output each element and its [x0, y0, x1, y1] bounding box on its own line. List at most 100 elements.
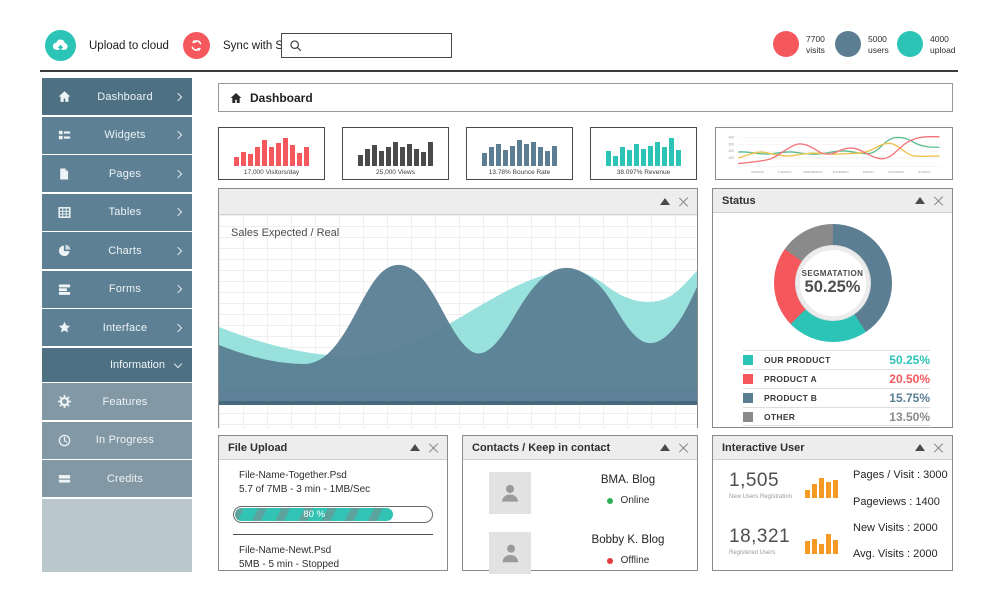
- file-upload-title: File Upload: [228, 442, 287, 454]
- breadcrumb: Dashboard: [218, 83, 953, 112]
- table-icon: [53, 205, 75, 220]
- close-icon[interactable]: [679, 197, 688, 206]
- collapse-icon[interactable]: [915, 197, 925, 204]
- svg-text:WEDNESDAY: WEDNESDAY: [803, 170, 823, 174]
- registered-users-metric: 18,321 Registered Users: [729, 526, 790, 556]
- cloud-upload-icon: [45, 30, 76, 61]
- interactive-user-title: Interactive User: [722, 442, 805, 454]
- upload-indicator-icon: [897, 31, 923, 57]
- bounce-rate-mini-card[interactable]: 13.78% Bounce Rate: [466, 127, 573, 180]
- visits-stat: 7700 visits: [773, 31, 825, 57]
- legend-row: OTHER 13.50%: [743, 407, 930, 426]
- svg-text:FRIDAY: FRIDAY: [863, 170, 874, 174]
- svg-text:300: 300: [728, 142, 734, 146]
- users-value: 5000: [868, 34, 887, 44]
- close-icon[interactable]: [934, 443, 943, 452]
- sidebar-item-pages[interactable]: Pages: [42, 155, 192, 192]
- sidebar-item-charts[interactable]: Charts: [42, 232, 192, 269]
- visitors-bar-chart: [229, 134, 314, 166]
- contact-status: Online: [621, 495, 650, 506]
- sync-icon: [183, 32, 210, 59]
- upload-unit: upload: [930, 45, 956, 55]
- avatar: [489, 532, 531, 574]
- upload-stat: 4000 upload: [897, 31, 956, 57]
- contact-row[interactable]: Bobby K. Blog Offline: [463, 514, 697, 574]
- contacts-title: Contacts / Keep in contact: [472, 442, 610, 454]
- search-input[interactable]: [306, 40, 448, 52]
- contact-row[interactable]: BMA. Blog Online: [463, 460, 697, 514]
- breadcrumb-dashboard-link[interactable]: Dashboard: [250, 91, 313, 105]
- upload-value: 4000: [930, 34, 949, 44]
- sidebar-item-dashboard[interactable]: Dashboard: [42, 78, 192, 115]
- new-users-value: 1,505: [729, 470, 792, 492]
- segmentation-donut-chart: SEGMATATION 50.25%: [774, 224, 892, 342]
- close-icon[interactable]: [934, 196, 943, 205]
- registered-users-label: Registered Users: [729, 550, 790, 556]
- sidebar-item-interface[interactable]: Interface: [42, 309, 192, 346]
- svg-text:TUESDAY: TUESDAY: [778, 170, 792, 174]
- interactive-user-panel: Interactive User 1,505 New Users Registr…: [712, 435, 953, 571]
- new-users-metric: 1,505 New Users Registration: [729, 470, 792, 500]
- legend-row: PRODUCT A 20.50%: [743, 369, 930, 388]
- registered-users-value: 18,321: [729, 526, 790, 548]
- weekly-trend-line-chart: 400 300 200 100 MONDAY TUESDAY WEDNESDAY…: [716, 128, 952, 179]
- sidebar-item-forms[interactable]: Forms: [42, 271, 192, 308]
- offline-status-dot: [607, 558, 613, 564]
- views-mini-card[interactable]: 25,000 Views: [342, 127, 449, 180]
- file2-meta: 5MB - 5 min - Stopped: [239, 558, 433, 572]
- upload-progress-fill: 80 %: [235, 508, 393, 521]
- revenue-mini-card[interactable]: 38.097% Revenue: [590, 127, 697, 180]
- sales-chart-title: Sales Expected / Real: [231, 227, 339, 239]
- svg-text:THURSDAY: THURSDAY: [832, 170, 849, 174]
- avg-visits-stat: Avg. Visits : 2000: [853, 548, 938, 560]
- sales-area-chart: [219, 215, 697, 427]
- close-icon[interactable]: [679, 443, 688, 452]
- pageviews-stat: Pageviews : 1400: [853, 496, 940, 508]
- file1-name: File-Name-Together.Psd: [239, 469, 433, 483]
- collapse-icon[interactable]: [660, 444, 670, 451]
- sales-panel-header: [219, 189, 697, 215]
- chevron-right-icon: [174, 169, 182, 177]
- collapse-icon[interactable]: [915, 444, 925, 451]
- contact-status: Offline: [621, 555, 650, 566]
- sidebar-item-credits[interactable]: Credits: [42, 460, 192, 497]
- legend-swatch: [743, 412, 753, 422]
- upload-to-cloud-button[interactable]: Upload to cloud: [45, 30, 169, 61]
- contact-name: BMA. Blog: [585, 474, 671, 486]
- views-label: 25,000 Views: [353, 169, 438, 176]
- home-icon: [53, 89, 75, 104]
- sidebar-item-in-progress[interactable]: In Progress: [42, 422, 192, 459]
- chevron-right-icon: [174, 285, 182, 293]
- collapse-icon[interactable]: [410, 444, 420, 451]
- sidebar-item-widgets[interactable]: Widgets: [42, 117, 192, 154]
- svg-text:SUNDAY: SUNDAY: [918, 170, 931, 174]
- visits-value: 7700: [806, 34, 825, 44]
- file2-name: File-Name-Newt.Psd: [239, 544, 433, 558]
- upload-progress-bar: 80 %: [233, 506, 433, 523]
- users-indicator-icon: [835, 31, 861, 57]
- collapse-icon[interactable]: [660, 198, 670, 205]
- widgets-icon: [53, 128, 75, 143]
- contact-name: Bobby K. Blog: [585, 534, 671, 546]
- upload-to-cloud-label: Upload to cloud: [89, 40, 169, 52]
- file1-meta: 5.7 of 7MB - 3 min - 1MB/Sec: [239, 483, 433, 497]
- sidebar: Dashboard Widgets Pages Tables: [42, 78, 192, 572]
- status-legend: OUR PRODUCT 50.25% PRODUCT A 20.50% PROD…: [743, 350, 930, 426]
- new-visits-stat: New Visits : 2000: [853, 522, 938, 534]
- file-upload-header: File Upload: [219, 436, 447, 460]
- donut-center-value: 50.25%: [805, 278, 861, 297]
- status-panel-title: Status: [722, 195, 756, 207]
- sidebar-item-features[interactable]: Features: [42, 383, 192, 420]
- users-stat: 5000 users: [835, 31, 889, 57]
- bounce-rate-label: 13.78% Bounce Rate: [477, 169, 562, 176]
- registered-users-bar-chart: [805, 533, 839, 554]
- new-users-label: New Users Registration: [729, 494, 792, 500]
- visitors-mini-card[interactable]: 17,000 Visitors/day: [218, 127, 325, 180]
- legend-row: PRODUCT B 15.75%: [743, 388, 930, 407]
- sidebar-item-tables[interactable]: Tables: [42, 194, 192, 231]
- sidebar-item-information[interactable]: Information: [42, 348, 192, 382]
- clock-icon: [53, 433, 75, 448]
- close-icon[interactable]: [429, 443, 438, 452]
- visitors-label: 17,000 Visitors/day: [229, 169, 314, 176]
- views-bar-chart: [353, 134, 438, 166]
